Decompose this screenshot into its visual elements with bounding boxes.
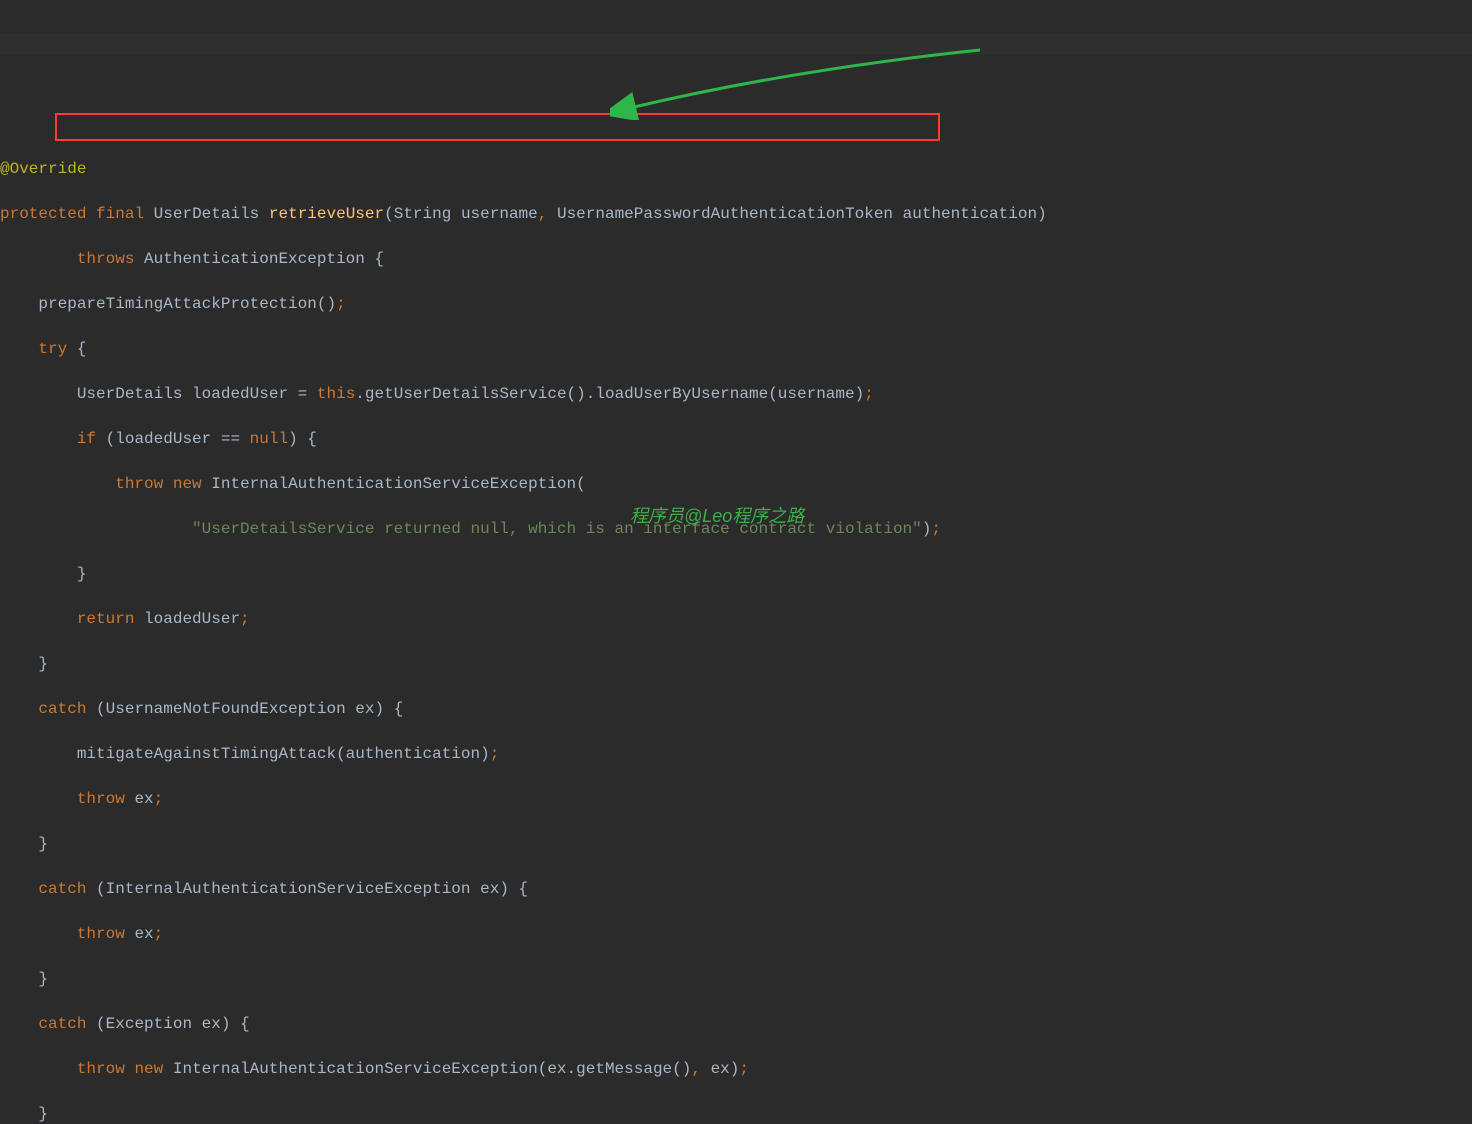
code-line: catch (UsernameNotFoundException ex) {	[0, 698, 1472, 721]
code-line: @Override	[0, 158, 1472, 181]
code-line: }	[0, 563, 1472, 586]
code-line: if (loadedUser == null) {	[0, 428, 1472, 451]
watermark-text: 程序员@Leo程序之路	[630, 505, 804, 528]
code-line: prepareTimingAttackProtection();	[0, 293, 1472, 316]
code-line: try {	[0, 338, 1472, 361]
code-line: }	[0, 653, 1472, 676]
code-line: }	[0, 1103, 1472, 1124]
annotation: @Override	[0, 160, 86, 178]
code-line: throws AuthenticationException {	[0, 248, 1472, 271]
code-line: throw new InternalAuthenticationServiceE…	[0, 1058, 1472, 1081]
code-line: throw ex;	[0, 923, 1472, 946]
current-line-highlight	[0, 33, 1472, 55]
code-line: return loadedUser;	[0, 608, 1472, 631]
code-line: throw new InternalAuthenticationServiceE…	[0, 473, 1472, 496]
code-line: protected final UserDetails retrieveUser…	[0, 203, 1472, 226]
code-line: UserDetails loadedUser = this.getUserDet…	[0, 383, 1472, 406]
code-line: mitigateAgainstTimingAttack(authenticati…	[0, 743, 1472, 766]
code-line: catch (InternalAuthenticationServiceExce…	[0, 878, 1472, 901]
code-line: throw ex;	[0, 788, 1472, 811]
code-editor[interactable]: @Override protected final UserDetails re…	[0, 135, 1472, 1124]
code-line: }	[0, 833, 1472, 856]
code-line: catch (Exception ex) {	[0, 1013, 1472, 1036]
code-line: }	[0, 968, 1472, 991]
